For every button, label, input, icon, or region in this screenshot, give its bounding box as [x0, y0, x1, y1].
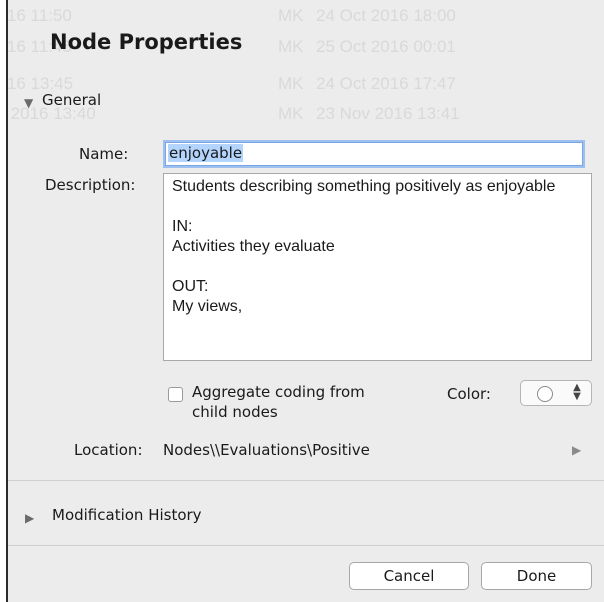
triangle-down-icon[interactable]: ▼ [24, 96, 33, 110]
name-label: Name: [79, 145, 129, 163]
node-properties-dialog: 2016 11:50 MK 24 Oct 2016 18:00 2016 11:… [8, 0, 604, 602]
section-general-label[interactable]: General [42, 91, 101, 109]
up-down-arrows-icon: ▲ ▼ [573, 382, 581, 402]
location-arrow-icon[interactable]: ▶ [572, 443, 581, 457]
name-input[interactable]: enjoyable [165, 142, 583, 166]
circle-icon [537, 386, 553, 402]
footer-divider [8, 545, 604, 546]
triangle-right-icon[interactable]: ▶ [25, 511, 34, 525]
background-row: 2016 11:50 MK 24 Oct 2016 18:00 [8, 6, 604, 30]
name-input-value: enjoyable [168, 144, 244, 162]
description-textarea[interactable]: Students describing something positively… [163, 173, 592, 361]
description-label: Description: [45, 176, 136, 194]
background-cell: 23 Nov 2016 13:41 [316, 104, 460, 123]
background-cell: MK [278, 104, 304, 123]
background-cell: 24 Oct 2016 17:47 [316, 74, 456, 93]
background-cell: MK [278, 37, 304, 56]
background-cell: 25 Oct 2016 00:01 [316, 37, 456, 56]
section-modification-history-label[interactable]: Modification History [52, 506, 202, 524]
dialog-title: Node Properties [50, 30, 243, 54]
color-label: Color: [447, 385, 491, 403]
color-popup-button[interactable]: ▲ ▼ [520, 380, 592, 406]
background-cell: 2016 11:50 [8, 6, 72, 25]
done-button[interactable]: Done [481, 562, 592, 590]
location-value: Nodes\\Evaluations\Positive [163, 441, 370, 459]
background-cell: MK [278, 6, 304, 25]
aggregate-coding-label-line1: Aggregate coding from [192, 383, 365, 401]
cancel-button[interactable]: Cancel [349, 562, 469, 590]
background-table-rows: 2016 11:50 MK 24 Oct 2016 18:00 2016 11:… [8, 0, 604, 135]
background-cell: MK [278, 74, 304, 93]
section-divider [8, 480, 604, 481]
aggregate-coding-checkbox[interactable] [168, 387, 183, 402]
aggregate-coding-label-line2: child nodes [192, 403, 278, 421]
location-label: Location: [74, 441, 143, 459]
aggregate-coding-label[interactable]: Aggregate coding from child nodes [192, 382, 365, 422]
background-cell: 24 Oct 2016 18:00 [316, 6, 456, 25]
